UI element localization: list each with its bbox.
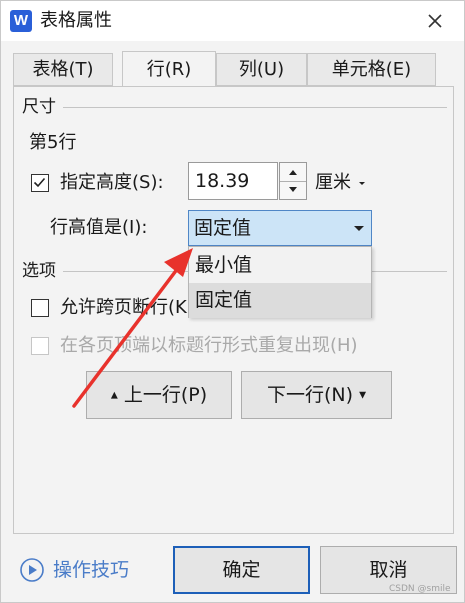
title-bar: W 表格属性 — [1, 1, 464, 41]
tab-cell[interactable]: 单元格(E) — [307, 53, 436, 86]
wps-logo-icon: W — [10, 10, 32, 32]
triangle-down-small-icon: ▼ — [359, 390, 366, 401]
checkmark-icon — [33, 177, 46, 188]
allow-break-checkbox[interactable] — [31, 299, 49, 317]
options-section-heading: 选项 — [22, 261, 56, 281]
previous-row-button[interactable]: ▲ 上一行(P) — [86, 371, 232, 419]
allow-break-label: 允许跨页断行(K) — [60, 297, 194, 318]
triangle-down-icon — [289, 187, 297, 192]
tab-table[interactable]: 表格(T) — [13, 53, 113, 86]
row-number-label: 第5行 — [29, 132, 77, 153]
dropdown-option-fixed[interactable]: 固定值 — [189, 283, 371, 318]
watermark: CSDN @smile — [389, 584, 451, 594]
row-height-mode-dropdown: 最小值 固定值 — [188, 246, 372, 318]
table-properties-dialog: W 表格属性 表格(T) 行(R) 列(U) 单元格(E) 尺寸 第5行 指定高… — [0, 0, 465, 603]
triangle-up-icon — [289, 170, 297, 175]
ok-button[interactable]: 确定 — [173, 546, 310, 594]
row-height-mode-select[interactable]: 固定值 — [188, 210, 372, 246]
height-increment-button[interactable] — [280, 163, 306, 182]
specify-height-checkbox[interactable] — [31, 174, 49, 192]
tips-label: 操作技巧 — [53, 559, 130, 581]
specify-height-label: 指定高度(S): — [60, 172, 164, 193]
dropdown-option-minimum[interactable]: 最小值 — [189, 248, 371, 283]
row-height-is-label: 行高值是(I): — [50, 217, 148, 238]
dropdown-arrow-icon — [354, 226, 364, 231]
size-divider — [63, 107, 447, 108]
close-button[interactable] — [421, 7, 449, 35]
close-icon — [428, 14, 442, 28]
height-input[interactable]: 18.39 — [188, 162, 278, 200]
tab-row[interactable]: 行(R) — [122, 51, 216, 86]
repeat-header-label: 在各页顶端以标题行形式重复出现(H) — [60, 335, 358, 356]
triangle-up-small-icon: ▲ — [110, 390, 118, 401]
tab-column[interactable]: 列(U) — [216, 53, 307, 86]
previous-row-label: 上一行(P) — [123, 384, 208, 406]
play-circle-icon — [20, 558, 44, 582]
unit-label: 厘米 — [315, 172, 351, 193]
next-row-button[interactable]: 下一行(N) ▼ — [241, 371, 392, 419]
unit-selector[interactable]: 厘米 — [315, 172, 367, 194]
next-row-label: 下一行(N) — [266, 384, 354, 406]
repeat-header-checkbox[interactable] — [31, 337, 49, 355]
size-section-heading: 尺寸 — [22, 97, 56, 117]
dialog-title: 表格属性 — [40, 10, 112, 31]
caret-down-icon — [358, 182, 365, 185]
row-height-mode-value: 固定值 — [194, 217, 252, 239]
height-spinner — [279, 162, 307, 200]
height-decrement-button[interactable] — [280, 181, 306, 199]
